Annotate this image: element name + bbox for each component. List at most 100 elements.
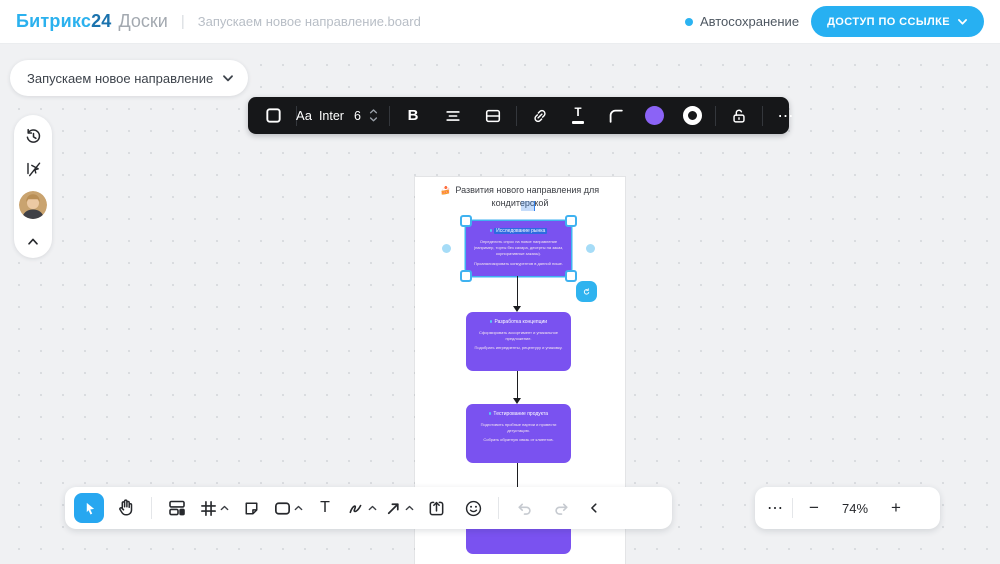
zoom-in-button[interactable]: + <box>883 495 909 521</box>
bold-button[interactable]: B <box>400 103 426 129</box>
cursor-slash-icon <box>24 160 43 179</box>
stroke-color-swatch-icon <box>683 106 702 125</box>
hide-cursors-button[interactable] <box>22 158 44 180</box>
flow-box-title: Исследование рынка <box>473 228 564 235</box>
fill-color-button[interactable] <box>641 103 667 129</box>
corner-radius-icon <box>607 107 625 125</box>
stroke-color-button[interactable] <box>679 103 705 129</box>
font-name-label: Inter <box>319 109 344 123</box>
selection-handle-bottom-right[interactable] <box>565 270 577 282</box>
connector-tool-button[interactable] <box>384 493 414 523</box>
more-options-button[interactable]: ⋯ <box>773 103 799 129</box>
share-access-button[interactable]: ДОСТУП ПО ССЫЛКЕ <box>811 6 984 37</box>
history-clock-icon <box>24 127 43 146</box>
canvas-more-button[interactable]: ⋯ <box>767 498 784 518</box>
selection-handle-bottom-left[interactable] <box>460 270 472 282</box>
board-selector-dropdown[interactable]: Запускаем новое направление <box>10 60 248 96</box>
font-sample-label: Aa <box>296 108 312 123</box>
cursor-icon <box>81 500 98 517</box>
autosave-dot-icon <box>685 18 693 26</box>
rotate-button[interactable] <box>576 281 597 302</box>
flow-box-body: Сформировать ассортимент и уникальное пр… <box>473 330 564 342</box>
vertical-align-middle-icon <box>484 107 502 125</box>
flow-arrow <box>517 371 519 399</box>
upload-tool-button[interactable] <box>421 493 451 523</box>
zoom-controls: ⋯ − 74% + <box>755 487 940 529</box>
history-button[interactable] <box>22 125 44 147</box>
chevron-down-icon <box>222 74 234 83</box>
rotate-ccw-icon <box>582 285 591 299</box>
emoji-tool-button[interactable] <box>458 493 488 523</box>
flow-box-research[interactable]: Исследование рынка Определить спрос на н… <box>466 221 571 276</box>
text-color-label: T <box>574 108 581 120</box>
fill-color-swatch-icon <box>645 106 664 125</box>
bitrix24-boards-app: 🍰 Развития нового направления для кондит… <box>0 0 1000 564</box>
flow-box-title-text: Тестирование продукта <box>493 411 548 417</box>
board-selector-label: Запускаем новое направление <box>27 71 213 86</box>
logo-text-primary: Битрикс <box>16 11 91 31</box>
flowchart-title[interactable]: 🍰 Развития нового направления для кондит… <box>429 184 611 209</box>
zoom-out-button[interactable]: − <box>801 495 827 521</box>
font-size-control[interactable]: 6 <box>353 103 379 129</box>
pen-tool-button[interactable] <box>347 493 377 523</box>
chevron-up-icon <box>368 505 377 511</box>
select-tool-button[interactable] <box>74 493 104 523</box>
frame-icon <box>199 499 218 518</box>
link-icon <box>531 107 549 125</box>
layout-icon <box>167 498 187 518</box>
connector-dot-right[interactable] <box>586 244 595 253</box>
left-sidebar <box>14 115 52 258</box>
chevron-left-icon <box>587 501 601 515</box>
more-icon: ⋯ <box>778 106 795 126</box>
rounded-rect-icon <box>273 499 292 518</box>
selection-handle-top-right[interactable] <box>565 215 577 227</box>
vertical-align-button[interactable] <box>480 103 506 129</box>
text-tool-button[interactable]: T <box>310 493 340 523</box>
autosave-status: Автосохранение <box>685 14 799 29</box>
font-size-stepper[interactable] <box>369 109 378 122</box>
frame-tool-button[interactable] <box>199 493 229 523</box>
text-color-icon: T <box>572 108 584 124</box>
corner-radius-button[interactable] <box>603 103 629 129</box>
layout-tool-button[interactable] <box>162 493 192 523</box>
undo-icon <box>515 499 534 518</box>
connector-dot-left[interactable] <box>442 244 451 253</box>
app-header: Битрикс24 Доски | Запускаем новое направ… <box>0 0 1000 44</box>
sticker-tool-button[interactable] <box>236 493 266 523</box>
flow-box-concept[interactable]: Разработка концепции Сформировать ассорт… <box>466 312 571 371</box>
toolbar-divider <box>151 497 152 519</box>
font-size-value: 6 <box>354 109 361 123</box>
bitrix24-logo[interactable]: Битрикс24 <box>16 11 111 32</box>
format-toolbar: Aa Inter 6 B T <box>248 97 789 134</box>
redo-button[interactable] <box>546 493 576 523</box>
board-filename[interactable]: Запускаем новое направление.board <box>198 14 421 29</box>
pan-tool-button[interactable] <box>111 493 141 523</box>
collapse-toolbar-button[interactable] <box>583 493 605 523</box>
upload-icon <box>427 499 446 518</box>
unlock-icon <box>730 107 748 125</box>
flow-box-testing[interactable]: Тестирование продукта Подготовить пробны… <box>466 404 571 463</box>
lock-button[interactable] <box>726 103 752 129</box>
chevron-down-icon <box>957 18 968 26</box>
font-family-selector[interactable]: Aa Inter <box>307 103 333 129</box>
undo-button[interactable] <box>509 493 539 523</box>
flow-box-body: Определить спрос на новое направление (н… <box>473 239 564 258</box>
shape-style-button[interactable] <box>260 103 286 129</box>
collapse-sidebar-button[interactable] <box>22 230 44 252</box>
zoom-level[interactable]: 74% <box>835 501 875 516</box>
selection-handle-top-left[interactable] <box>460 215 472 227</box>
text-align-button[interactable] <box>440 103 466 129</box>
shape-tool-button[interactable] <box>273 493 303 523</box>
text-color-button[interactable]: T <box>565 103 591 129</box>
flow-box-title: Тестирование продукта <box>473 411 564 418</box>
selected-text: Исследование рынка <box>494 228 547 234</box>
flow-arrow <box>517 276 519 307</box>
app-name: Доски <box>118 11 167 32</box>
avatar-image <box>19 191 47 219</box>
user-avatar[interactable] <box>19 191 47 219</box>
toolbar-divider <box>792 498 793 518</box>
flow-box-body: Подобрать ингредиенты, рецептуру и упако… <box>473 345 564 351</box>
link-button[interactable] <box>527 103 553 129</box>
scribble-pen-icon <box>347 499 366 518</box>
logo-text-number: 24 <box>91 11 111 31</box>
